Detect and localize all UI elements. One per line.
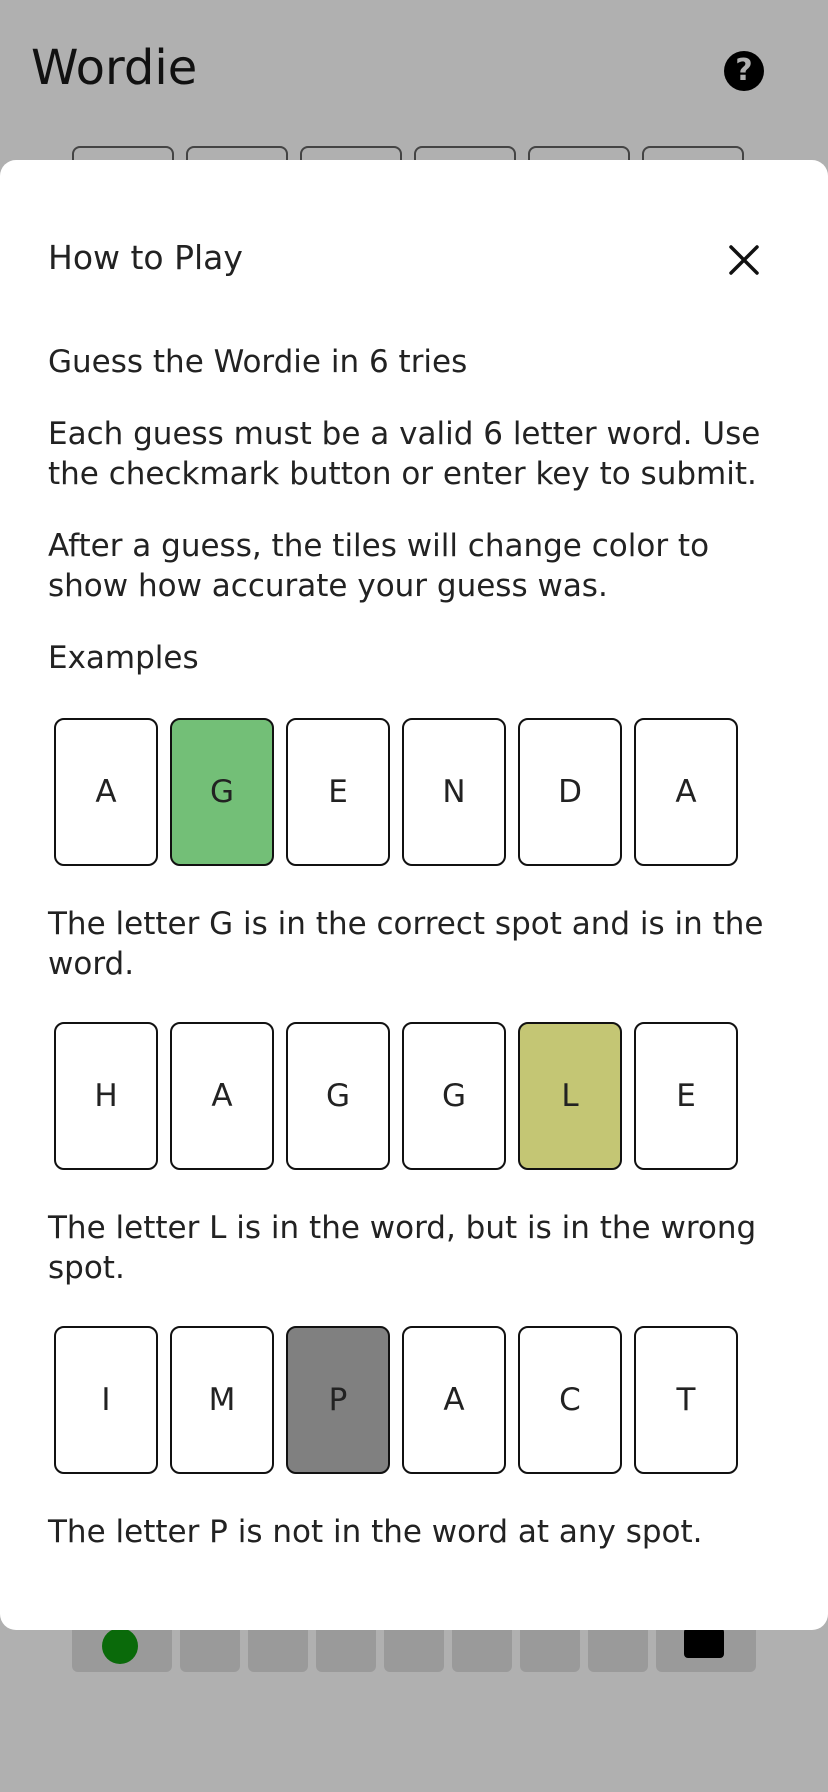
example-tile: A — [54, 718, 158, 866]
example-tile: G — [402, 1022, 506, 1170]
example-tile: E — [286, 718, 390, 866]
example-tile: D — [518, 718, 622, 866]
example-description: The letter P is not in the word at any s… — [48, 1514, 703, 1550]
help-icon[interactable]: ? — [724, 51, 764, 91]
example-tile: A — [634, 718, 738, 866]
example-tile: H — [54, 1022, 158, 1170]
example-description: The letter L is in the word, but is in t… — [48, 1210, 757, 1286]
checkmark-icon — [102, 1628, 138, 1664]
example-tile: N — [402, 718, 506, 866]
example-row: A G E N D A — [54, 718, 738, 866]
example-tile: E — [634, 1022, 738, 1170]
example-row: I M P A C T — [54, 1326, 738, 1474]
backspace-icon — [684, 1628, 724, 1658]
example-tile-present: L — [518, 1022, 622, 1170]
example-row: H A G G L E — [54, 1022, 738, 1170]
example-tile: I — [54, 1326, 158, 1474]
example-tile: M — [170, 1326, 274, 1474]
app-title: Wordie — [31, 40, 198, 96]
example-tile: C — [518, 1326, 622, 1474]
example-tile: T — [634, 1326, 738, 1474]
rules-text: Each guess must be a valid 6 letter word… — [48, 416, 761, 492]
example-description: The letter G is in the correct spot and … — [48, 906, 764, 982]
close-icon[interactable] — [722, 238, 766, 282]
example-tile: A — [402, 1326, 506, 1474]
intro-text: Guess the Wordie in 6 tries — [48, 344, 468, 380]
example-tile: A — [170, 1022, 274, 1170]
app-header: Wordie ? — [0, 0, 828, 140]
after-text: After a guess, the tiles will change col… — [48, 528, 710, 604]
modal-title: How to Play — [48, 238, 243, 277]
example-tile: G — [286, 1022, 390, 1170]
example-tile-correct: G — [170, 718, 274, 866]
examples-heading: Examples — [48, 640, 199, 676]
how-to-play-modal: How to Play Guess the Wordie in 6 tries … — [0, 160, 828, 1630]
example-tile-absent: P — [286, 1326, 390, 1474]
